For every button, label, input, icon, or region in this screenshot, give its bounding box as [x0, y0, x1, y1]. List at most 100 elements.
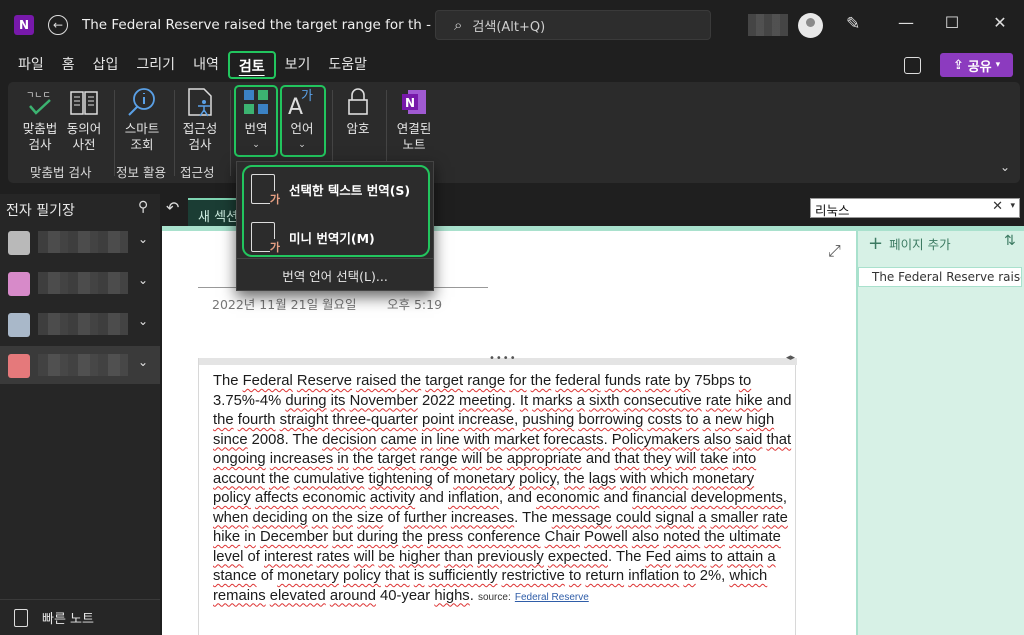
accessibility-icon — [188, 88, 212, 117]
smart-lookup-button[interactable]: 스마트 조회 — [122, 86, 162, 153]
notebook-name — [38, 231, 128, 253]
search-placeholder: 검색(Alt+Q) — [472, 19, 546, 35]
tab-section[interactable]: 새 섹션 — [188, 198, 238, 226]
ribbon-collapse-icon[interactable]: ⌄ — [1000, 160, 1010, 174]
thesaurus-button[interactable]: 동의어 사전 — [64, 86, 104, 153]
tab-draw[interactable]: 그리기 — [127, 51, 184, 79]
plus-icon: + — [868, 233, 884, 254]
quick-notes[interactable]: 빠른 노트 — [0, 599, 160, 635]
document-translate-icon — [251, 174, 280, 207]
resize-handle-icon[interactable]: ◂▸ — [786, 353, 795, 363]
add-page-label: 페이지 추가 — [889, 237, 951, 252]
quick-notes-icon — [14, 608, 28, 627]
account-name[interactable] — [748, 14, 788, 36]
pin-icon[interactable]: ⚲ — [138, 199, 148, 215]
page-time: 오후 5:19 — [387, 297, 443, 312]
smart-lookup-icon — [128, 88, 155, 116]
expand-icon[interactable]: ⤢ — [828, 241, 841, 261]
maximize-button[interactable]: ☐ — [940, 13, 964, 32]
page-canvas[interactable]: ⤢ 2022년 11월 21일 월요일 오후 5:19 •••• ◂▸ The … — [162, 231, 856, 635]
container-handle[interactable]: •••• ◂▸ — [199, 353, 797, 365]
ribbon-divider — [114, 90, 115, 176]
menu-divider — [237, 258, 433, 259]
notebook-item[interactable]: ⌄ — [0, 264, 160, 302]
add-page-button[interactable]: + 페이지 추가 — [868, 233, 951, 254]
tab-history[interactable]: 내역 — [184, 51, 228, 79]
translate-menu: 선택한 텍스트 번역(S) 미니 번역기(M) 번역 언어 선택(L)... — [236, 161, 434, 291]
share-button[interactable]: ⇪ 공유 ▾ — [940, 53, 1013, 77]
smart-lookup-label: 스마트 조회 — [124, 121, 160, 152]
mini-translator-icon — [251, 222, 280, 255]
notebook-item[interactable]: ⌄ — [0, 223, 160, 261]
source-label: source: — [477, 591, 511, 603]
drag-handle-icon[interactable]: •••• — [489, 353, 517, 364]
filter-input[interactable]: 리눅스 ✕ ▾ — [810, 198, 1020, 218]
tab-help[interactable]: 도움말 — [319, 51, 376, 79]
chevron-down-icon: ▾ — [995, 60, 1001, 70]
tab-file[interactable]: 파일 — [9, 51, 53, 79]
chevron-down-icon[interactable]: ⌄ — [138, 232, 148, 246]
tab-home[interactable]: 홈 — [53, 51, 84, 79]
notebook-name — [38, 354, 128, 376]
sticky-notes-icon[interactable] — [904, 57, 921, 74]
chevron-down-icon[interactable]: ⌄ — [138, 355, 148, 369]
notebook-item-selected[interactable]: ⌄ — [0, 346, 160, 384]
undo-icon[interactable]: ↶ — [166, 198, 179, 217]
onenote-logo-icon: N — [14, 15, 34, 35]
svg-text:ㄱㄴㄷ: ㄱㄴㄷ — [26, 91, 51, 101]
translate-highlight — [234, 85, 278, 157]
svg-text:N: N — [405, 96, 415, 110]
share-label: 공유 — [967, 59, 992, 75]
close-button[interactable]: ✕ — [988, 13, 1012, 32]
thesaurus-label: 동의어 사전 — [66, 121, 102, 152]
tab-insert[interactable]: 삽입 — [84, 51, 128, 79]
ribbon-divider — [230, 90, 231, 176]
search-input[interactable]: ⌕ 검색(Alt+Q) — [435, 10, 711, 40]
notebook-item[interactable]: ⌄ — [0, 305, 160, 343]
search-icon: ⌕ — [454, 16, 463, 34]
group-label-spelling: 맞춤법 검사 — [30, 165, 92, 180]
accessibility-button[interactable]: 접근성 검사 — [180, 86, 220, 153]
page-date: 2022년 11월 21일 월요일 — [212, 297, 357, 312]
mini-translator-item[interactable]: 미니 번역기(M) — [251, 222, 375, 255]
mini-translator-label: 미니 번역기(M) — [289, 230, 375, 246]
password-button[interactable]: 암호 — [340, 86, 376, 137]
page-list: + 페이지 추가 ⇅ The Federal Reserve raise — [856, 231, 1024, 635]
chevron-down-icon[interactable]: ⌄ — [138, 314, 148, 328]
notebook-name — [38, 313, 128, 335]
notebook-icon — [8, 313, 30, 337]
note-body[interactable]: The Federal Reserve raised the target ra… — [213, 372, 793, 607]
translate-selection-item[interactable]: 선택한 텍스트 번역(S) — [251, 174, 411, 207]
sort-icon[interactable]: ⇅ — [1004, 233, 1016, 249]
minimize-button[interactable]: — — [894, 13, 918, 32]
clear-icon[interactable]: ✕ — [992, 199, 1003, 214]
notebooks-heading: 전자 필기장 — [6, 203, 75, 219]
linked-notes-label: 연결된 노트 — [396, 121, 432, 152]
avatar[interactable] — [798, 13, 823, 38]
ribbon-divider — [174, 90, 175, 176]
page-list-item[interactable]: The Federal Reserve raise — [858, 267, 1022, 287]
pen-icon[interactable]: ✎ — [846, 14, 860, 34]
group-label-insights: 정보 활용 — [116, 165, 166, 180]
linked-notes-button[interactable]: N 연결된 노트 — [394, 86, 434, 153]
choose-language-item[interactable]: 번역 언어 선택(L)... — [237, 266, 433, 285]
tab-review[interactable]: 검토 — [227, 51, 276, 79]
chevron-down-icon[interactable]: ▾ — [1010, 201, 1015, 211]
notebook-icon — [8, 354, 30, 378]
onenote-icon: N — [402, 90, 426, 114]
note-container[interactable]: •••• ◂▸ The Federal Reserve raised the t… — [198, 353, 797, 635]
translate-selection-label: 선택한 텍스트 번역(S) — [289, 182, 411, 198]
chevron-down-icon[interactable]: ⌄ — [138, 273, 148, 287]
notebook-sidebar: 전자 필기장 ⚲ ⌄ ⌄ ⌄ ⌄ 빠른 노트 — [0, 194, 160, 635]
menu-bar: 파일 홈 삽입 그리기 내역 검토 보기 도움말 — [0, 50, 1024, 80]
password-label: 암호 — [346, 121, 370, 136]
spelling-check-icon: ㄱㄴㄷ — [26, 91, 51, 115]
book-icon — [70, 91, 98, 115]
back-button[interactable]: ← — [48, 15, 68, 35]
spelling-button[interactable]: ㄱㄴㄷ 맞춤법 검사 — [20, 86, 60, 153]
tab-view[interactable]: 보기 — [276, 51, 320, 79]
spelling-label: 맞춤법 검사 — [22, 121, 58, 152]
lock-icon — [348, 88, 368, 115]
source-link[interactable]: Federal Reserve — [515, 592, 589, 603]
language-highlight — [280, 85, 326, 157]
